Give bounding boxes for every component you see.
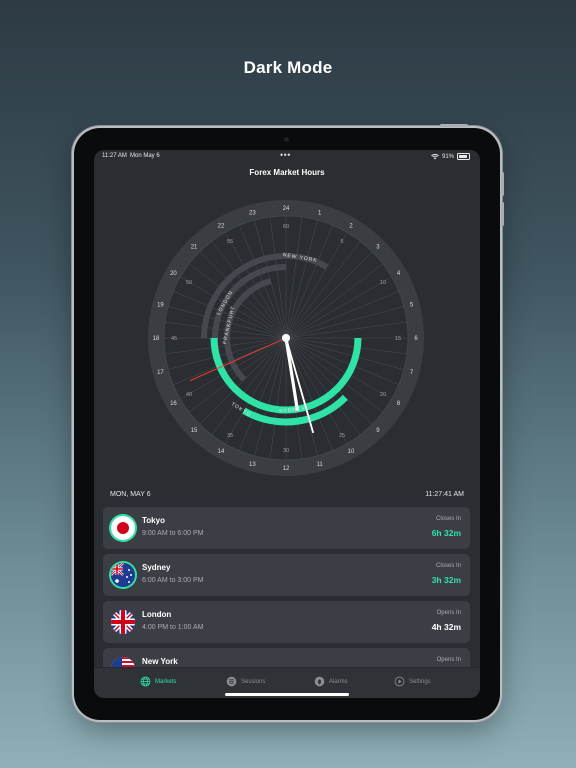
hour-label: 21 xyxy=(191,244,198,250)
wifi-icon xyxy=(431,153,439,159)
minute-label: 15 xyxy=(395,336,401,342)
status-time: 11:27 AM xyxy=(102,153,127,159)
minute-label: 5 xyxy=(340,239,343,245)
status-indicators: 91% xyxy=(431,153,470,160)
hour-label: 19 xyxy=(157,303,164,309)
market-status: Closes In xyxy=(435,563,461,569)
tab-bar: Markets Sessions Alarms Settings xyxy=(94,667,480,698)
hour-label: 14 xyxy=(218,449,225,455)
tab-label: Settings xyxy=(409,678,431,685)
market-countdown: 4h 32m xyxy=(431,622,461,632)
minute-label: 45 xyxy=(171,336,177,342)
hour-label: 11 xyxy=(317,462,324,468)
hour-label: 10 xyxy=(348,449,355,455)
hour-label: 22 xyxy=(218,224,225,230)
minute-label: 35 xyxy=(227,433,233,439)
list-icon xyxy=(226,676,237,687)
minute-label: 55 xyxy=(227,239,233,245)
globe-icon xyxy=(140,676,151,687)
promo-title: Dark Mode xyxy=(243,58,333,77)
tab-settings[interactable]: Settings xyxy=(394,676,431,687)
hour-label: 24 xyxy=(283,206,290,212)
minute-label: 20 xyxy=(380,392,386,398)
market-status: Opens In xyxy=(436,657,461,663)
battery-icon xyxy=(457,153,470,160)
market-name: New York xyxy=(142,657,178,666)
market-name: London xyxy=(142,610,172,619)
hour-label: 12 xyxy=(283,466,290,472)
clock-center-cap xyxy=(282,334,290,342)
tab-alarms[interactable]: Alarms xyxy=(314,676,348,687)
japan-flag-icon xyxy=(111,516,135,540)
current-time: 11:27:41 AM xyxy=(425,491,464,498)
market-hours: 9:00 AM to 6:00 PM xyxy=(142,530,204,537)
tab-label: Sessions xyxy=(241,678,266,685)
uk-flag-icon xyxy=(111,610,135,634)
volume-up-button xyxy=(501,172,504,196)
minute-label: 50 xyxy=(186,280,192,286)
minute-label: 25 xyxy=(339,433,345,439)
market-countdown: 3h 32m xyxy=(431,575,461,585)
battery-percent: 91% xyxy=(441,153,454,160)
market-status: Closes In xyxy=(435,516,461,522)
hour-label: 18 xyxy=(153,336,160,342)
market-card-sydney[interactable]: Sydney 6:00 AM to 3:00 PM Closes In 3h 3… xyxy=(103,554,470,596)
settings-icon xyxy=(394,676,405,687)
home-indicator xyxy=(225,693,349,696)
hour-label: 13 xyxy=(249,462,256,468)
hour-label: 17 xyxy=(157,370,164,376)
market-hours: 6:00 AM to 3:00 PM xyxy=(142,577,204,584)
market-hours: 4:00 PM to 1:00 AM xyxy=(142,624,204,631)
page-title: Forex Market Hours xyxy=(249,168,325,177)
minute-label: 30 xyxy=(283,448,289,454)
australia-flag-icon xyxy=(111,563,135,587)
front-camera xyxy=(284,137,289,142)
market-name: Sydney xyxy=(142,563,171,572)
tab-label: Markets xyxy=(155,678,177,685)
tab-label: Alarms xyxy=(329,678,348,685)
multitasking-dots-icon[interactable]: ••• xyxy=(280,150,291,160)
market-card-tokyo[interactable]: Tokyo 9:00 AM to 6:00 PM Closes In 6h 32… xyxy=(103,507,470,549)
minute-label: 40 xyxy=(186,392,192,398)
date-bar: MON, MAY 6 11:27:41 AM xyxy=(110,491,464,503)
market-status: Opens In xyxy=(436,610,461,616)
market-clock[interactable]: 24 1 2 3 4 5 6 7 8 9 10 11 12 13 14 15 16 17 18 19 20 21 22 23 6… xyxy=(146,198,426,478)
hour-label: 20 xyxy=(170,271,177,277)
current-date: MON, MAY 6 xyxy=(110,491,151,498)
status-bar: 11:27 AM Mon May 6 ••• 91% xyxy=(94,150,480,164)
market-card-london[interactable]: London 4:00 PM to 1:00 AM Opens In 4h 32… xyxy=(103,601,470,643)
market-clock-dial: 2412345678910111213141516171819202122236… xyxy=(148,200,424,476)
status-date: Mon May 6 xyxy=(130,153,160,159)
tab-sessions[interactable]: Sessions xyxy=(226,676,265,687)
volume-down-button xyxy=(501,202,504,226)
market-name: Tokyo xyxy=(142,516,165,525)
hour-label: 16 xyxy=(170,401,177,407)
power-button xyxy=(440,124,468,127)
minute-label: 10 xyxy=(380,280,386,286)
hour-label: 23 xyxy=(249,211,256,217)
tab-markets[interactable]: Markets xyxy=(140,676,176,687)
hour-label: 15 xyxy=(191,428,198,434)
minute-label: 60 xyxy=(283,224,289,230)
app-screen: 11:27 AM Mon May 6 ••• 91% Forex Market … xyxy=(94,150,480,698)
bell-icon xyxy=(314,676,325,687)
market-countdown: 6h 32m xyxy=(431,528,461,538)
ipad-frame: 11:27 AM Mon May 6 ••• 91% Forex Market … xyxy=(74,124,504,720)
